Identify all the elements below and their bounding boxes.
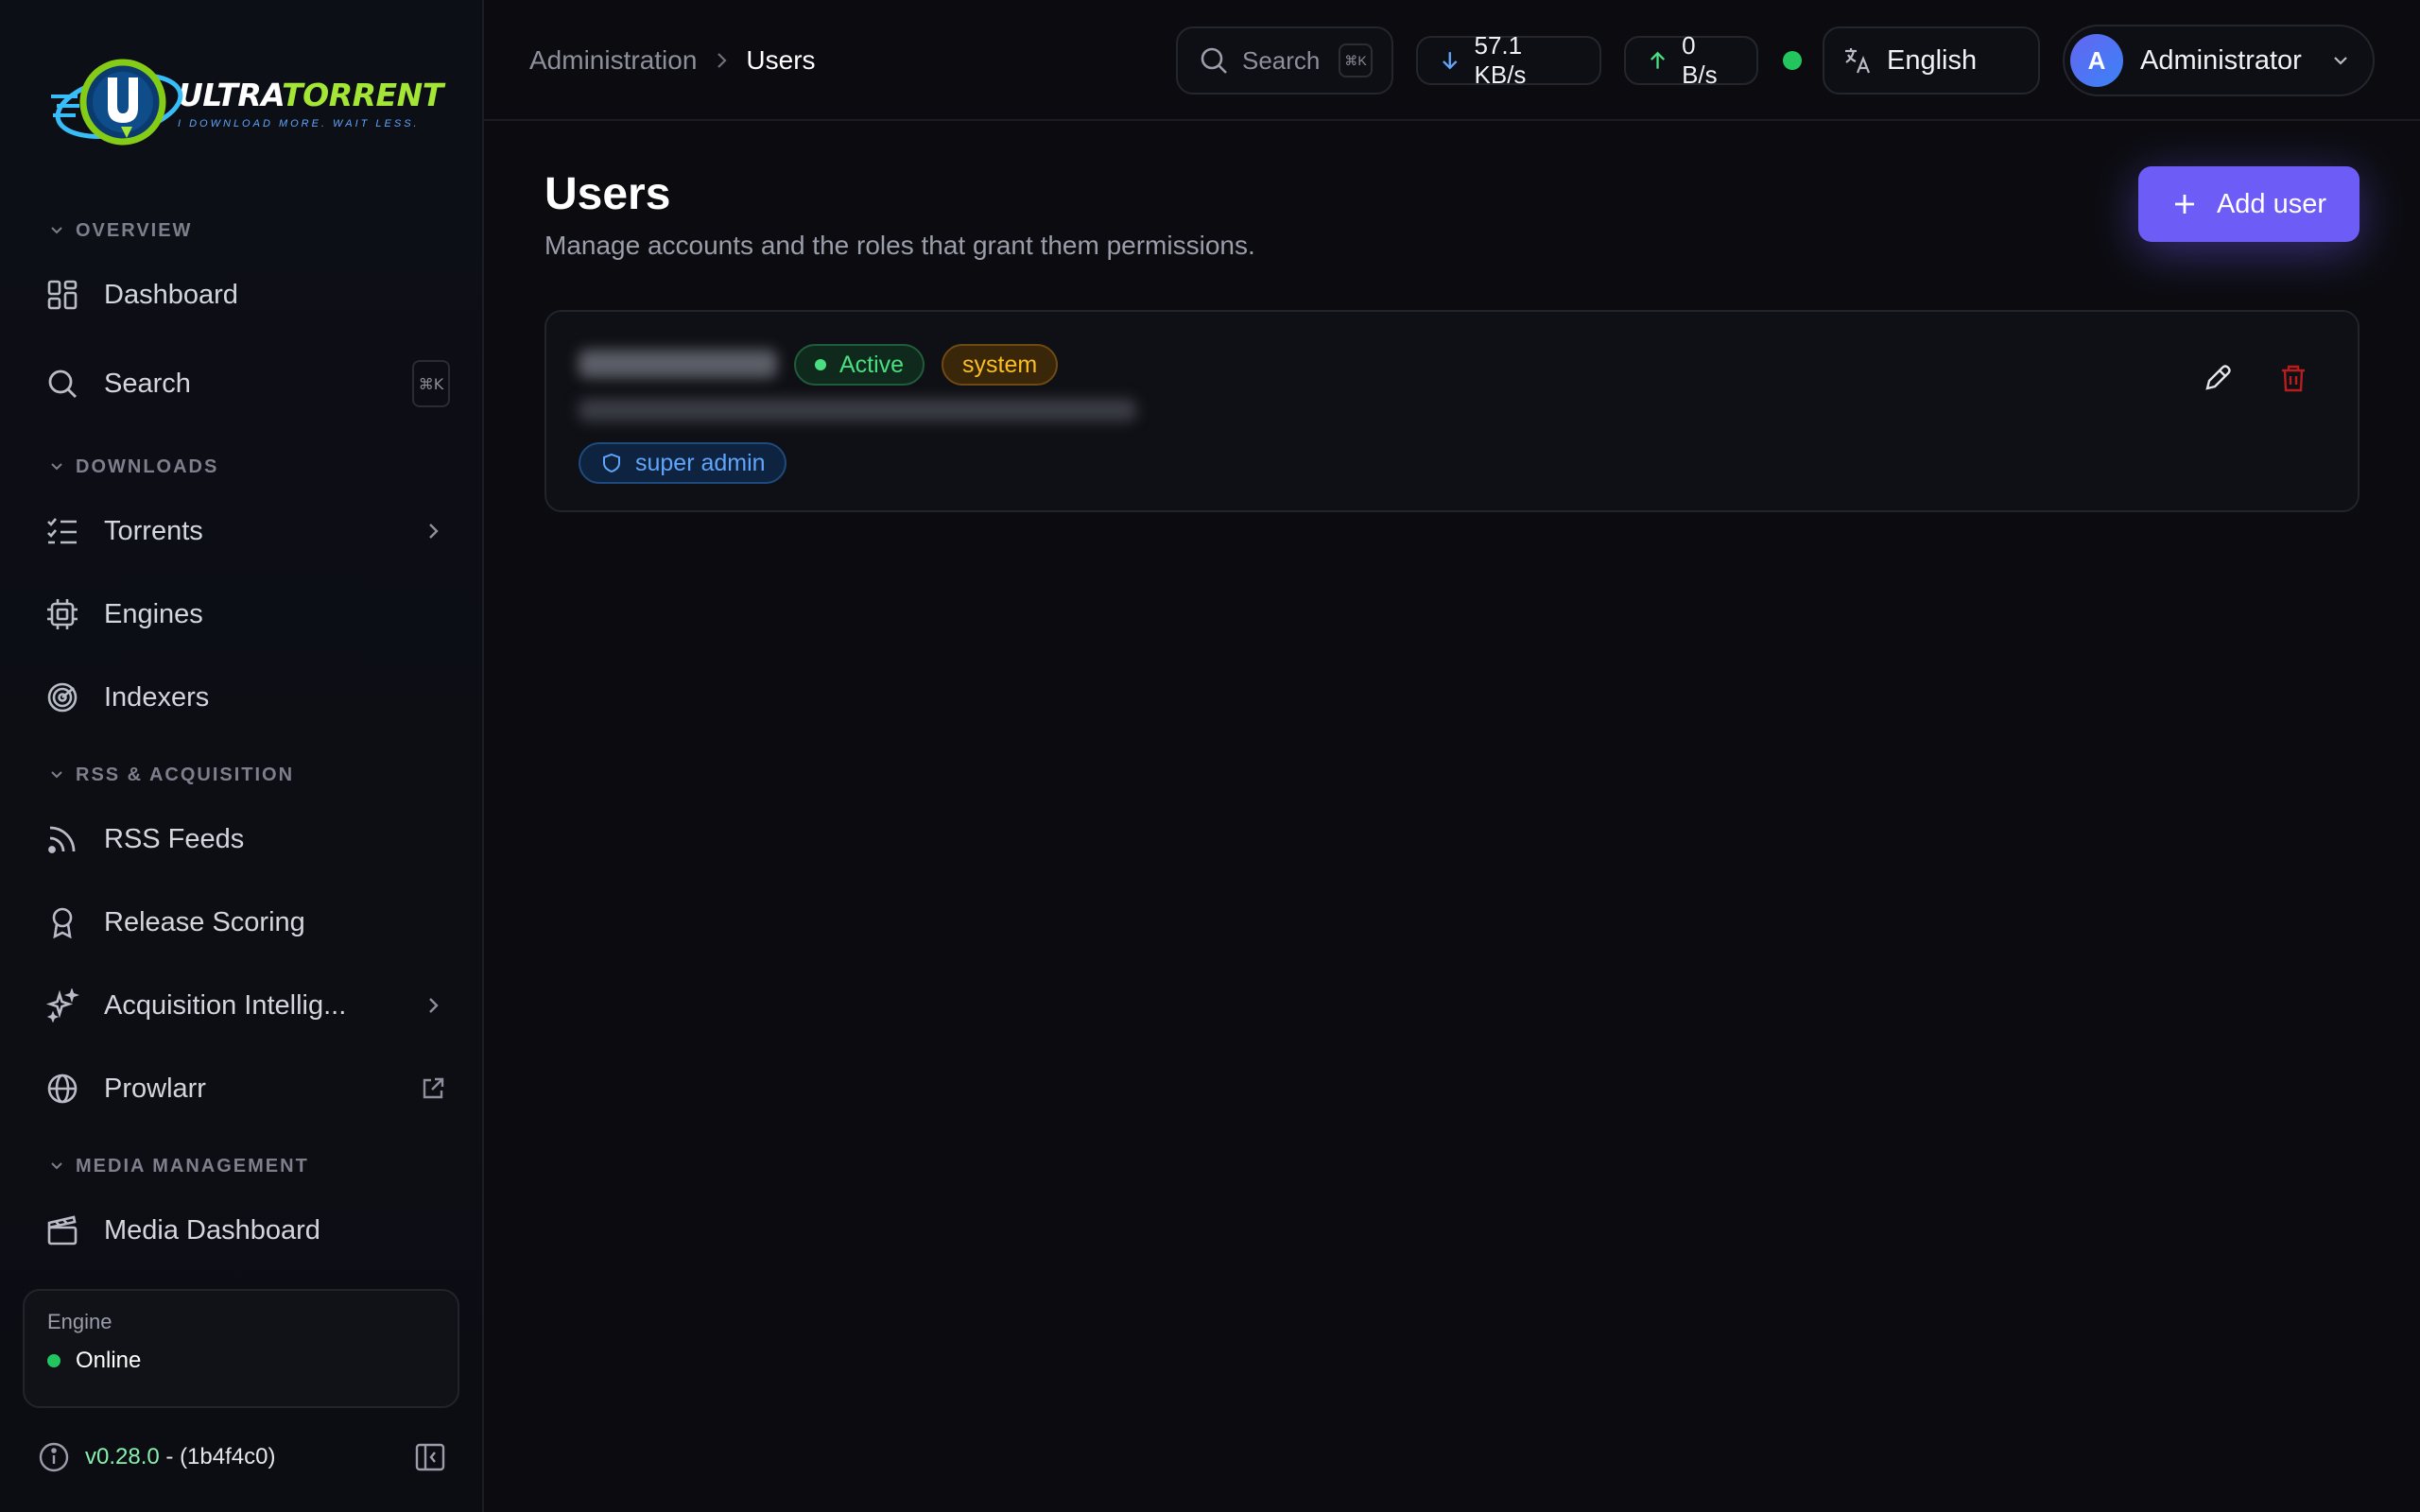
engine-status-text: Online [76,1348,142,1373]
search-shortcut: ⌘K [1339,43,1373,77]
engine-title: Engine [47,1310,112,1333]
sidebar-item-acquisition-intelligence[interactable]: Acquisition Intellig... [34,975,450,1036]
section-downloads[interactable]: DOWNLOADS [47,455,218,478]
status-badge: Active [794,344,925,386]
chevron-down-icon [2334,57,2347,65]
version-label: v0.28.0 - (1b4f4c0) [85,1444,276,1469]
app-logo[interactable]: ULTRATORRENT I DOWNLOAD MORE. WAIT LESS. [45,47,443,161]
sidebar-item-engines[interactable]: Engines [34,584,450,644]
sidebar: ULTRATORRENT I DOWNLOAD MORE. WAIT LESS.… [0,0,484,1512]
chevron-down-icon [51,1162,62,1170]
language-selector[interactable]: English [1823,26,2040,94]
search-icon [1199,45,1229,76]
connection-status-dot [1783,51,1802,70]
user-card: Active system super admin [544,310,2360,512]
chevron-down-icon [51,227,62,234]
edit-user-button[interactable] [2193,353,2242,403]
sidebar-item-dashboard[interactable]: Dashboard [34,265,450,325]
breadcrumb: Administration Users [529,40,816,81]
user-menu-button[interactable]: A Administrator [2063,25,2375,96]
globe-icon [43,1070,81,1108]
external-link-icon [416,1072,450,1106]
download-speed-indicator[interactable]: 57.1 KB/s [1416,31,1601,89]
dashboard-icon [43,276,81,314]
award-icon [43,903,81,941]
logo-wordmark: ULTRATORRENT [178,76,443,113]
search-icon [43,365,81,403]
translate-icon [1841,44,1874,77]
pencil-icon [2205,365,2231,390]
user-display-name-redacted [579,350,777,378]
sidebar-item-search[interactable]: Search ⌘K [34,353,450,414]
chevron-down-icon [51,771,62,779]
chevron-down-icon [51,463,62,471]
system-badge: system [942,344,1059,386]
chip-icon [43,595,81,633]
chevron-right-icon [717,53,727,68]
breadcrumb-administration[interactable]: Administration [529,45,697,76]
sidebar-item-torrents[interactable]: Torrents [34,501,450,561]
rss-icon [43,820,81,858]
info-icon [38,1441,70,1473]
breadcrumb-users: Users [746,45,816,75]
version-row: v0.28.0 - (1b4f4c0) [38,1438,446,1476]
section-rss-acquisition[interactable]: RSS & ACQUISITION [47,764,294,786]
shield-icon [603,453,620,473]
sidebar-item-release-scoring[interactable]: Release Scoring [34,892,450,953]
add-user-button[interactable]: Add user [2138,166,2360,242]
language-label: English [1887,44,1978,76]
search-shortcut: ⌘K [412,360,450,407]
collapse-sidebar-icon[interactable] [414,1441,446,1473]
page-title: Users [544,169,671,219]
user-meta-redacted [579,399,1136,421]
avatar: A [2070,34,2123,87]
logo-mark-icon [45,47,187,161]
sparkles-icon [43,987,81,1024]
sidebar-item-media-dashboard[interactable]: Media Dashboard [34,1200,450,1261]
section-media-management[interactable]: MEDIA MANAGEMENT [47,1155,309,1177]
delete-user-button[interactable] [2269,353,2318,403]
arrow-down-icon [1443,52,1458,70]
search-placeholder: Search [1242,45,1321,75]
download-speed-value: 57.1 KB/s [1474,31,1527,89]
trash-icon [2282,365,2305,392]
engine-status-dot [47,1354,60,1367]
list-check-icon [43,512,81,550]
global-search-button[interactable]: Search ⌘K [1176,26,1393,94]
arrow-up-icon [1650,51,1666,69]
role-badge: super admin [579,442,786,484]
sidebar-item-rss-feeds[interactable]: RSS Feeds [34,809,450,869]
sidebar-item-prowlarr[interactable]: Prowlarr [34,1058,450,1119]
user-name: Administrator [2140,44,2302,76]
clapperboard-icon [43,1211,81,1249]
chevron-right-icon [416,988,450,1022]
page-subtitle: Manage accounts and the roles that grant… [544,231,1255,260]
topbar: Administration Users Search ⌘K 57.1 KB/s… [484,0,2420,121]
logo-tagline: I DOWNLOAD MORE. WAIT LESS. [178,117,420,129]
section-overview[interactable]: OVERVIEW [47,219,192,242]
sidebar-item-indexers[interactable]: Indexers [34,667,450,728]
engine-status-card: Engine Online [23,1289,459,1408]
upload-speed-indicator[interactable]: 0 B/s [1624,31,1758,89]
upload-speed-value: 0 B/s [1682,31,1718,89]
chevron-right-icon [416,514,450,548]
radar-icon [43,679,81,716]
plus-icon [2174,195,2194,214]
